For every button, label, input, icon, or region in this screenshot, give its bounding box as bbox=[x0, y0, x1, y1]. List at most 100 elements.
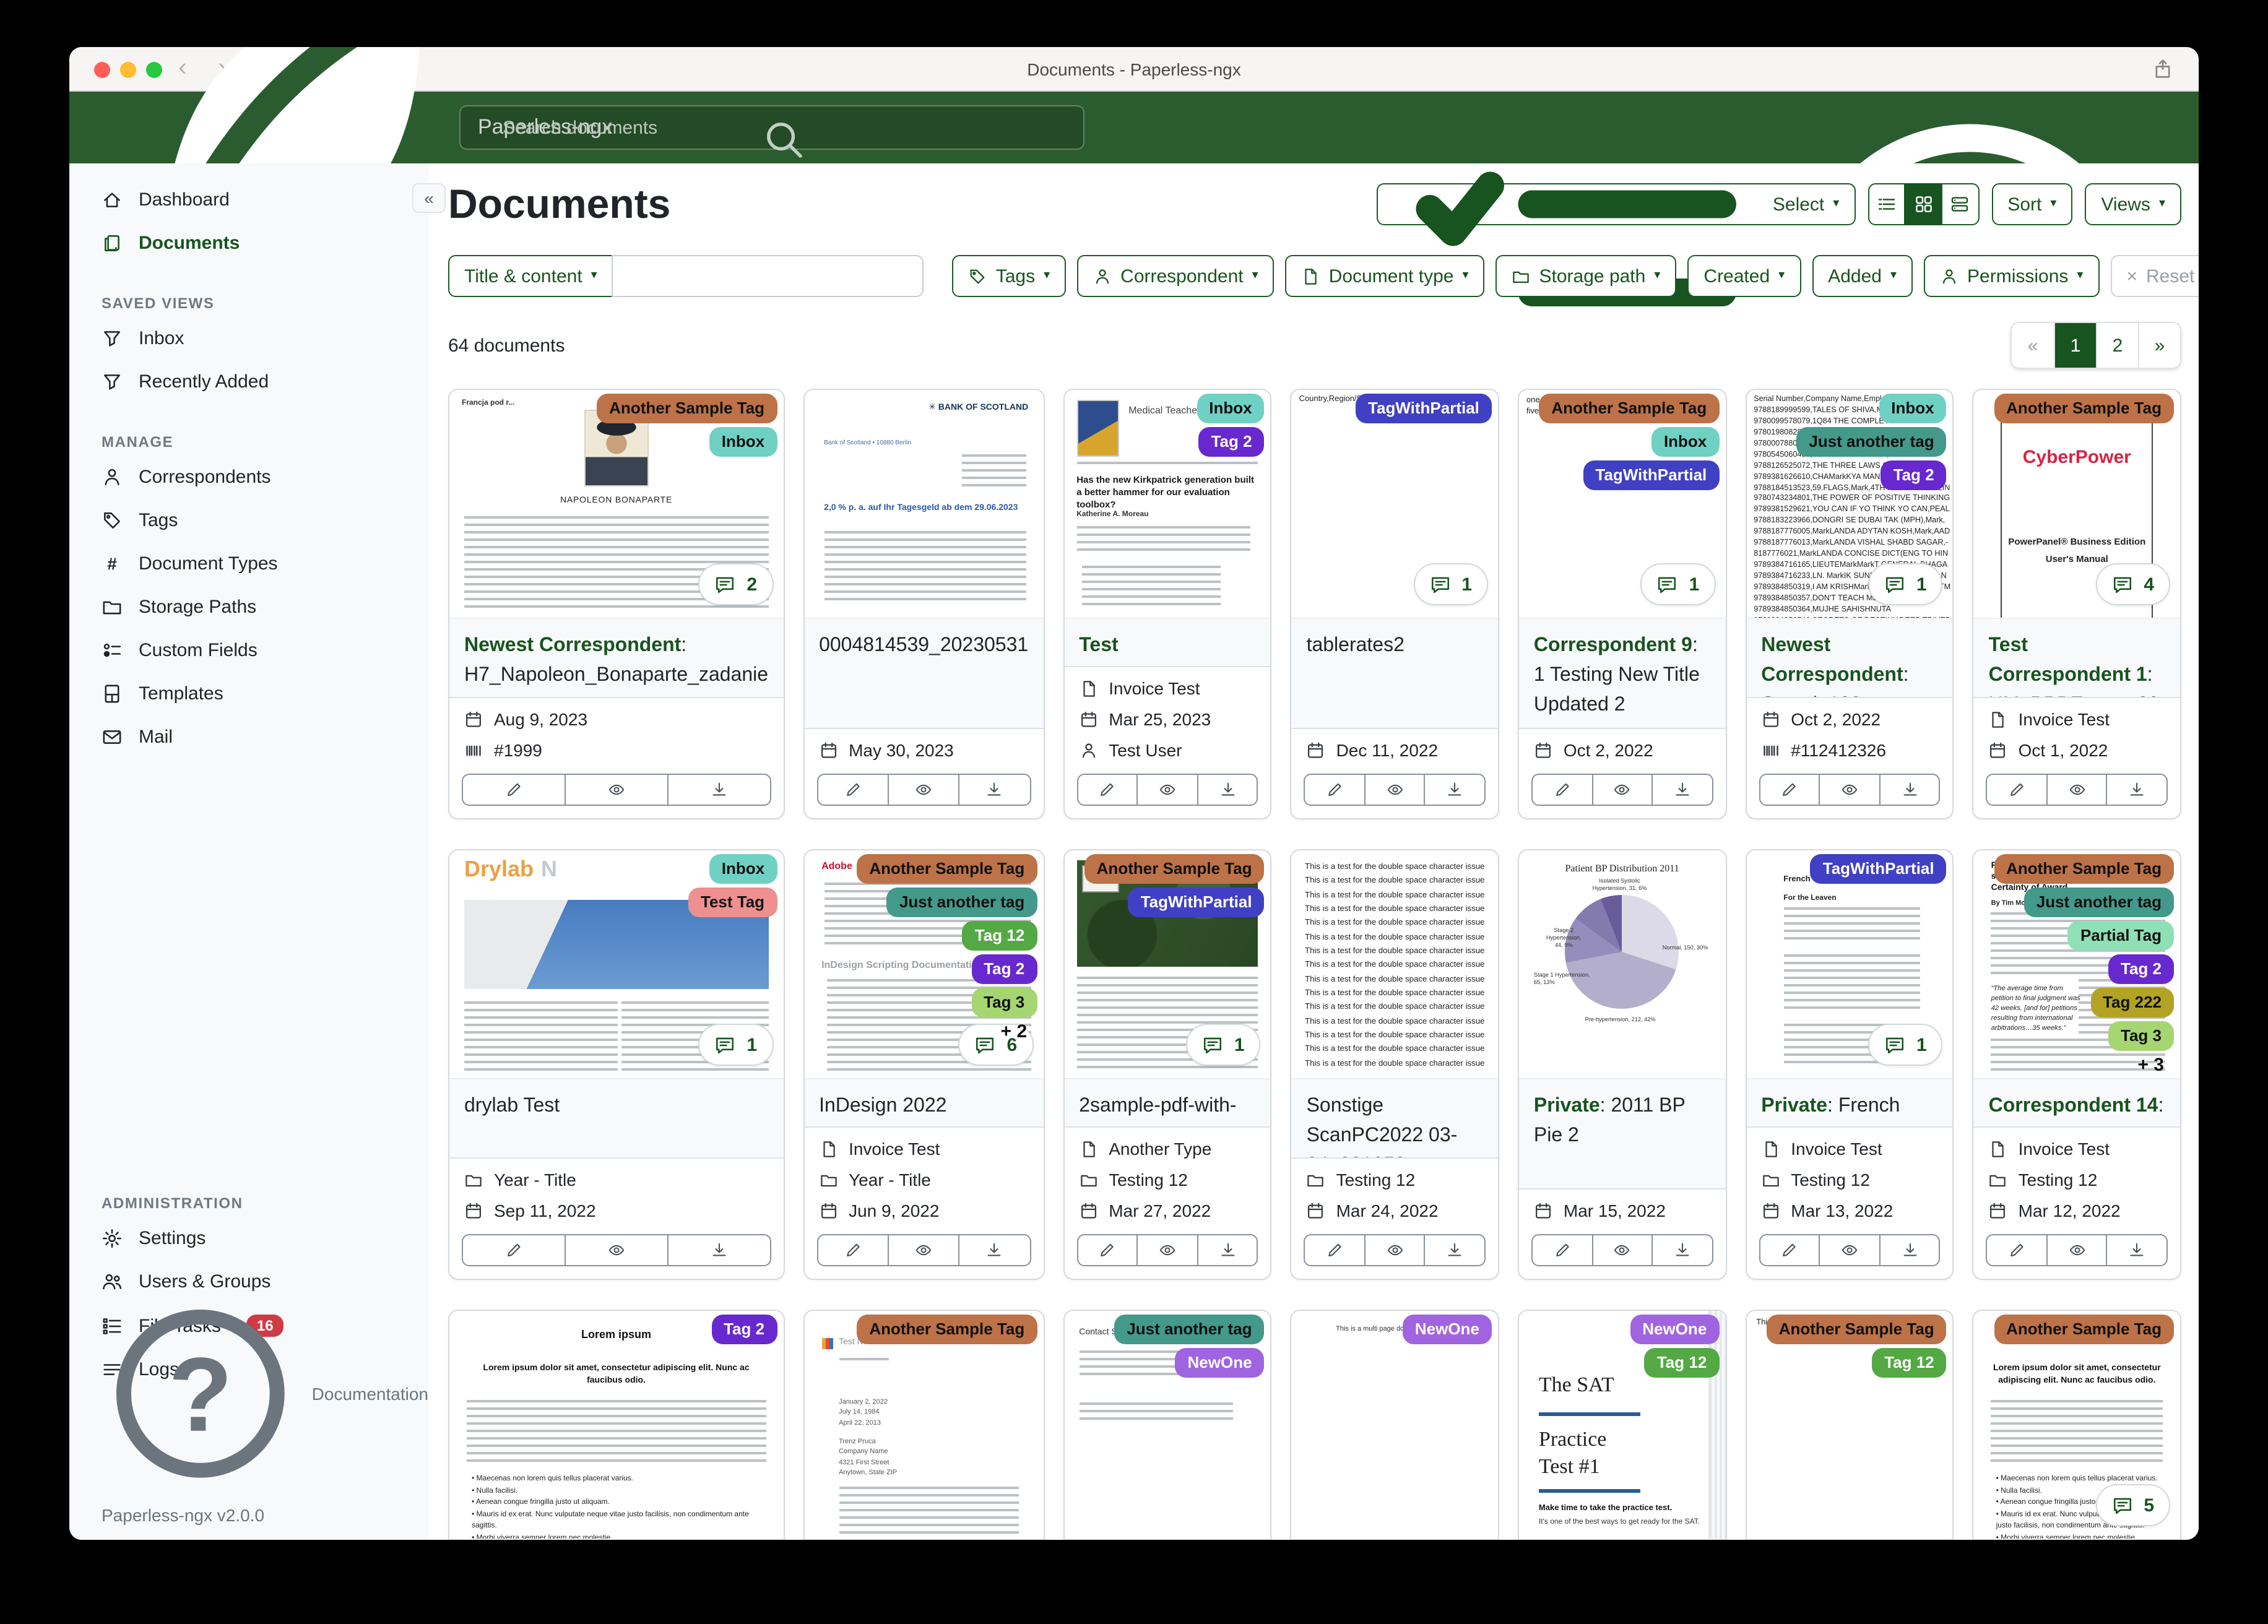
document-card[interactable]: Test Name January 2, 2022 July 14, 1984 A… bbox=[803, 1310, 1045, 1540]
document-card[interactable]: Country,Region/State," TagWithPartial 1 tab… bbox=[1290, 389, 1499, 819]
filter-tags-button[interactable]: Tags ▾ bbox=[952, 255, 1067, 297]
tag-pill-tag-3[interactable]: Tag 3 bbox=[2108, 1021, 2174, 1051]
document-card[interactable]: CyberPower PowerPanel® Business Edition Us… bbox=[1972, 389, 2181, 819]
tag-pill-tag-3[interactable]: Tag 3 bbox=[971, 988, 1037, 1017]
preview-button[interactable] bbox=[1591, 1234, 1653, 1266]
comments-badge[interactable]: 4 bbox=[2095, 563, 2170, 605]
tag-pill-newone[interactable]: NewOne bbox=[1630, 1315, 1720, 1344]
tag-pill-tag-2[interactable]: Tag 2 bbox=[1881, 460, 1947, 490]
tag-pill-tag-12[interactable]: Tag 12 bbox=[1644, 1348, 1720, 1378]
edit-button[interactable] bbox=[816, 1234, 889, 1266]
filter-added-button[interactable]: Added ▾ bbox=[1812, 255, 1913, 297]
edit-button[interactable] bbox=[1304, 1234, 1366, 1266]
tag-pill-another-sample-tag[interactable]: Another Sample Tag bbox=[1994, 854, 2174, 884]
edit-button[interactable] bbox=[1076, 1234, 1138, 1266]
tag-pill-inbox[interactable]: Inbox bbox=[1197, 394, 1265, 423]
document-card[interactable]: The SAT Practice Test #1 Make time to take … bbox=[1517, 1310, 1727, 1540]
sidebar-item-mail[interactable]: Mail bbox=[69, 715, 428, 759]
download-button[interactable] bbox=[2106, 1234, 2168, 1266]
sidebar-item-custom-fields[interactable]: Custom Fields bbox=[69, 629, 428, 672]
sidebar-item-documentation[interactable]: ? Documentation bbox=[69, 1287, 428, 1500]
tag-pill-tag-12[interactable]: Tag 12 bbox=[962, 921, 1037, 951]
tag-pill-inbox[interactable]: Inbox bbox=[709, 427, 777, 457]
edit-button[interactable] bbox=[1531, 1234, 1593, 1266]
tag-pill-tag-2[interactable]: Tag 2 bbox=[971, 954, 1037, 984]
download-button[interactable] bbox=[1197, 774, 1258, 806]
sidebar-item-correspondents[interactable]: Correspondents bbox=[69, 456, 428, 499]
comments-badge[interactable]: 1 bbox=[1185, 1024, 1261, 1066]
sidebar-item-tags[interactable]: Tags bbox=[69, 499, 428, 542]
document-title[interactable]: Test Correspondent 1: UM_PPBE_en_v29 bbox=[1973, 619, 2180, 697]
tag-pill-another-sample-tag[interactable]: Another Sample Tag bbox=[1766, 1315, 1947, 1344]
document-title[interactable]: InDesign 2022 Scripting Read Me bbox=[804, 1079, 1044, 1126]
download-button[interactable] bbox=[958, 774, 1031, 806]
sidebar-item-settings[interactable]: Settings bbox=[69, 1217, 428, 1260]
edit-button[interactable] bbox=[1759, 774, 1820, 806]
tag-pill-partial-tag[interactable]: Partial Tag bbox=[2067, 921, 2174, 951]
sidebar-item-recently-added[interactable]: Recently Added bbox=[69, 360, 428, 404]
edit-button[interactable] bbox=[1304, 774, 1366, 806]
tag-pill-newone[interactable]: NewOne bbox=[1175, 1348, 1265, 1378]
document-title[interactable]: Sonstige ScanPC2022 03-24_081058 bbox=[1291, 1079, 1498, 1157]
tag-pill-another-sample-tag[interactable]: Another Sample Tag bbox=[1994, 394, 2174, 423]
download-button[interactable] bbox=[1879, 1234, 1941, 1266]
sidebar-item-documents[interactable]: Documents bbox=[69, 222, 428, 265]
pagination-page-1[interactable]: 1 bbox=[2054, 323, 2096, 368]
document-title[interactable]: Newest Correspondent: H7_Napoleon_Bonapa… bbox=[449, 619, 784, 697]
tag-pill-tagwithpartial[interactable]: TagWithPartial bbox=[1356, 394, 1492, 423]
tag-pill-inbox[interactable]: Inbox bbox=[1651, 427, 1720, 457]
sidebar-item-templates[interactable]: Templates bbox=[69, 672, 428, 715]
edit-button[interactable] bbox=[1986, 1234, 2048, 1266]
tag-pill-another-sample-tag[interactable]: Another Sample Tag bbox=[857, 1315, 1037, 1344]
filter-storage-path-button[interactable]: Storage path ▾ bbox=[1495, 255, 1677, 297]
sidebar-item-storage-paths[interactable]: Storage Paths bbox=[69, 585, 428, 629]
download-button[interactable] bbox=[667, 774, 771, 806]
download-button[interactable] bbox=[667, 1234, 771, 1266]
document-title[interactable]: 2sample-pdf-with-images bbox=[1064, 1079, 1271, 1126]
tag-pill-another-sample-tag[interactable]: Another Sample Tag bbox=[1539, 394, 1720, 423]
document-title[interactable]: Correspondent 9: 1 Testing New Title Upd… bbox=[1518, 619, 1726, 728]
tag-pill-another-sample-tag[interactable]: Another Sample Tag bbox=[857, 854, 1037, 884]
tag-pill-test-tag[interactable]: Test Tag bbox=[688, 888, 777, 917]
filter-permissions-button[interactable]: Permissions ▾ bbox=[1924, 255, 2100, 297]
edit-button[interactable] bbox=[462, 774, 566, 806]
view-mode-list[interactable] bbox=[1868, 183, 1907, 225]
filter-correspondent-button[interactable]: Correspondent ▾ bbox=[1077, 255, 1275, 297]
tag-pill-inbox[interactable]: Inbox bbox=[1879, 394, 1947, 423]
document-card[interactable]: one,1.0 five,5.0Another Sample TagInboxT… bbox=[1517, 389, 1727, 819]
preview-button[interactable] bbox=[564, 1234, 669, 1266]
tag-pill-another-sample-tag[interactable]: Another Sample Tag bbox=[1084, 854, 1265, 884]
comments-badge[interactable]: 5 bbox=[2095, 1484, 2170, 1526]
sidebar-collapse-button[interactable]: « bbox=[412, 183, 446, 213]
preview-button[interactable] bbox=[564, 774, 669, 806]
document-card[interactable]: Contact Sheet DemoJust another tagNewOne bbox=[1063, 1310, 1272, 1540]
document-card[interactable]: ✳ BANK OF SCOTLAND Bank of Scotland • 108… bbox=[803, 389, 1045, 819]
preview-button[interactable] bbox=[2046, 774, 2108, 806]
sort-button[interactable]: Sort ▾ bbox=[1991, 183, 2073, 225]
document-title[interactable]: tablerates2 bbox=[1291, 619, 1498, 728]
document-thumbnail[interactable]: Lorem ipsumLorem ipsum dolor sit amet, c… bbox=[449, 1311, 784, 1540]
document-title[interactable]: drylab Test bbox=[449, 1079, 784, 1157]
filter-text-input[interactable] bbox=[612, 255, 924, 297]
tag-pill-another-sample-tag[interactable]: Another Sample Tag bbox=[1994, 1315, 2174, 1344]
document-card[interactable]: Adobe InDesign Scripting Documentation Ano… bbox=[803, 849, 1045, 1280]
edit-button[interactable] bbox=[816, 774, 889, 806]
preview-button[interactable] bbox=[1136, 774, 1198, 806]
pagination-page-2[interactable]: 2 bbox=[2096, 323, 2138, 368]
tag-pill-tag-222[interactable]: Tag 222 bbox=[2090, 988, 2174, 1017]
views-button[interactable]: Views ▾ bbox=[2085, 183, 2181, 225]
download-button[interactable] bbox=[958, 1234, 1031, 1266]
document-card[interactable]: Lorem ipsumLorem ipsum dolor sit amet, c… bbox=[448, 1310, 785, 1540]
document-card[interactable]: Another Sample Tag TagWithPartial 1 2sample… bbox=[1063, 849, 1272, 1280]
preview-button[interactable] bbox=[1591, 774, 1653, 806]
preview-button[interactable] bbox=[1819, 774, 1881, 806]
document-title[interactable]: Newest Correspondent: Sample100.csv bbox=[1746, 619, 1953, 697]
preview-button[interactable] bbox=[887, 774, 960, 806]
download-button[interactable] bbox=[1651, 774, 1713, 806]
comments-badge[interactable]: 1 bbox=[1413, 563, 1488, 605]
pagination-first[interactable]: « bbox=[2012, 323, 2054, 368]
document-title[interactable]: 0004814539_20230531 bbox=[804, 619, 1044, 728]
edit-button[interactable] bbox=[1531, 774, 1593, 806]
reset-filters-button[interactable]: × Reset filters bbox=[2110, 255, 2199, 297]
tag-pill-inbox[interactable]: Inbox bbox=[709, 854, 777, 884]
